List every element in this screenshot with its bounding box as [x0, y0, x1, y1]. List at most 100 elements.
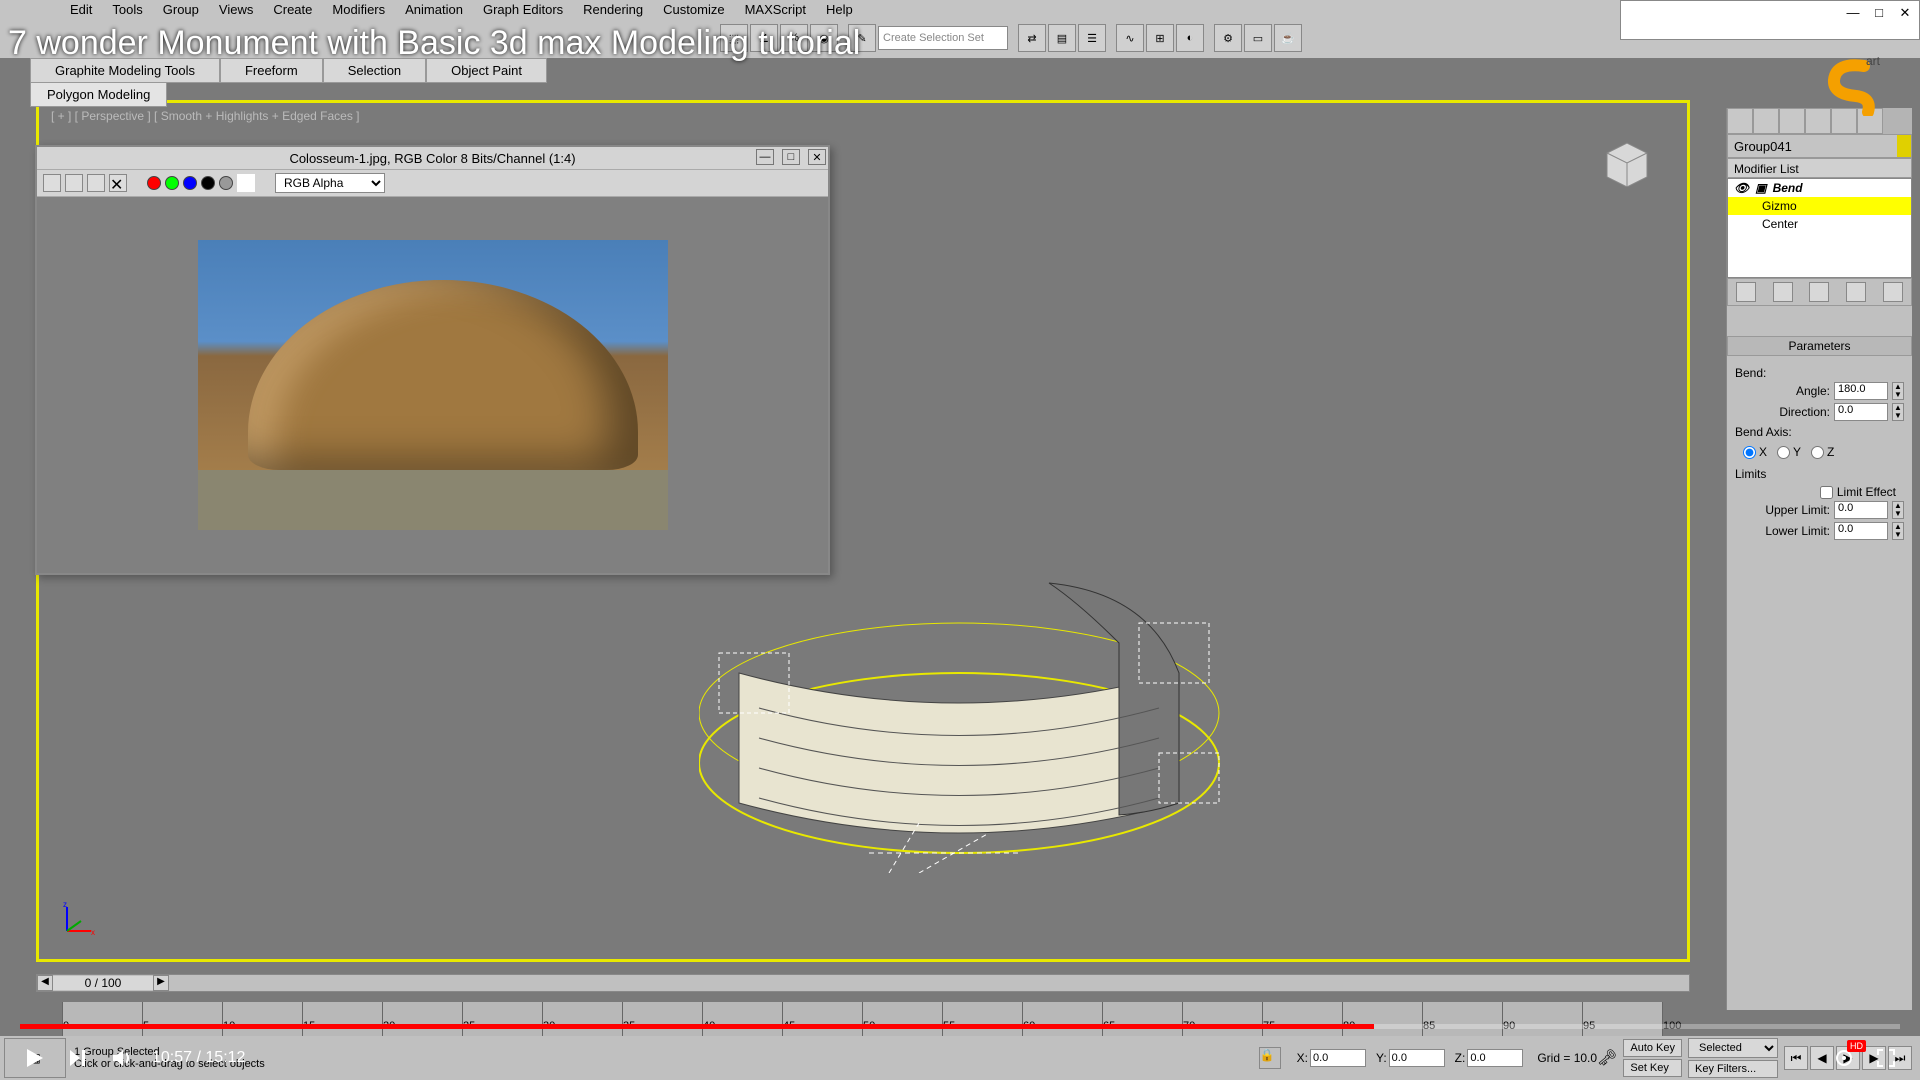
menu-maxscript[interactable]: MAXScript	[735, 0, 816, 18]
menu-animation[interactable]: Animation	[395, 0, 473, 18]
axis-y-radio[interactable]: Y	[1777, 445, 1801, 459]
upper-limit-input[interactable]: 0.0	[1834, 501, 1888, 519]
render-icon[interactable]: ☕	[1274, 24, 1302, 52]
render-frame-icon[interactable]: ▭	[1244, 24, 1272, 52]
object-name-field[interactable]: Group041	[1727, 134, 1912, 158]
material-editor-icon[interactable]: ◐	[1176, 24, 1204, 52]
parameters-body: Bend: Angle: 180.0 ▲▼ Direction: 0.0 ▲▼ …	[1727, 356, 1912, 549]
menu-modifiers[interactable]: Modifiers	[322, 0, 395, 18]
clear-bg-icon[interactable]	[237, 174, 255, 192]
channel-select[interactable]: RGB Alpha	[275, 173, 385, 193]
layers-icon[interactable]: ☰	[1078, 24, 1106, 52]
eye-icon[interactable]: 👁	[1734, 181, 1749, 195]
render-setup-icon[interactable]: ⚙	[1214, 24, 1242, 52]
angle-label: Angle:	[1796, 384, 1830, 398]
popup-minimize-icon[interactable]: —	[1843, 5, 1863, 23]
time-position[interactable]: 0 / 100	[53, 976, 153, 990]
minimize-icon[interactable]: —	[756, 149, 774, 165]
angle-input[interactable]: 180.0	[1834, 382, 1888, 400]
clone-icon[interactable]	[87, 174, 105, 192]
alpha-channel-icon[interactable]	[201, 176, 215, 190]
menu-edit[interactable]: Edit	[60, 0, 102, 18]
blank-popup-window[interactable]: — □ ✕	[1620, 0, 1920, 40]
menu-help[interactable]: Help	[816, 0, 863, 18]
menu-grapheditors[interactable]: Graph Editors	[473, 0, 573, 18]
create-tab-icon[interactable]	[1727, 108, 1753, 134]
time-next-icon[interactable]: ▶	[153, 975, 169, 991]
hierarchy-tab-icon[interactable]	[1779, 108, 1805, 134]
reference-image-window[interactable]: Colosseum-1.jpg, RGB Color 8 Bits/Channe…	[35, 145, 830, 575]
art-label: art	[1866, 54, 1880, 68]
align-icon[interactable]: ▤	[1048, 24, 1076, 52]
ref-toolbar: ✕ RGB Alpha	[37, 169, 828, 197]
upper-limit-spinner[interactable]: ▲▼	[1892, 501, 1904, 519]
modifier-bend[interactable]: 👁 ▣ Bend	[1728, 179, 1911, 197]
video-progress-bar[interactable]	[20, 1024, 1900, 1029]
direction-spinner[interactable]: ▲▼	[1892, 403, 1904, 421]
blue-channel-icon[interactable]	[183, 176, 197, 190]
time-prev-icon[interactable]: ◀	[37, 975, 53, 991]
axis-z-radio[interactable]: Z	[1811, 445, 1834, 459]
timeline-slider[interactable]: ◀ 0 / 100 ▶	[36, 974, 1690, 992]
menu-rendering[interactable]: Rendering	[573, 0, 653, 18]
menu-create[interactable]: Create	[263, 0, 322, 18]
copy-icon[interactable]	[65, 174, 83, 192]
colosseum-3d-model[interactable]	[659, 523, 1359, 963]
ribbon-sub-polygon[interactable]: Polygon Modeling	[30, 82, 167, 107]
configure-icon[interactable]	[1883, 282, 1903, 302]
svg-text:x: x	[91, 928, 95, 937]
video-volume-icon[interactable]	[108, 1044, 136, 1072]
ref-window-title: Colosseum-1.jpg, RGB Color 8 Bits/Channe…	[289, 151, 575, 166]
selection-set-dropdown[interactable]: Create Selection Set	[878, 26, 1008, 50]
hd-badge: HD	[1847, 1040, 1866, 1052]
expand-icon[interactable]: ▣	[1755, 181, 1766, 195]
video-time: 10:57 / 15:12	[152, 1049, 245, 1067]
menu-customize[interactable]: Customize	[653, 0, 734, 18]
video-play-icon[interactable]	[20, 1044, 48, 1072]
modifier-gizmo[interactable]: Gizmo	[1728, 197, 1911, 215]
lower-limit-label: Lower Limit:	[1765, 524, 1830, 538]
mono-channel-icon[interactable]	[219, 176, 233, 190]
bend-axis-label: Bend Axis:	[1735, 425, 1904, 439]
show-end-icon[interactable]	[1773, 282, 1793, 302]
direction-input[interactable]: 0.0	[1834, 403, 1888, 421]
upper-limit-label: Upper Limit:	[1765, 503, 1830, 517]
viewport-label[interactable]: [ + ] [ Perspective ] [ Smooth + Highlig…	[51, 109, 360, 123]
angle-spinner[interactable]: ▲▼	[1892, 382, 1904, 400]
modifier-list-dropdown[interactable]: Modifier List	[1727, 158, 1912, 178]
remove-mod-icon[interactable]	[1846, 282, 1866, 302]
mirror-icon[interactable]: ⇄	[1018, 24, 1046, 52]
unique-icon[interactable]	[1809, 282, 1829, 302]
menu-group[interactable]: Group	[153, 0, 209, 18]
maximize-icon[interactable]: □	[782, 149, 800, 165]
video-title: 7 wonder Monument with Basic 3d max Mode…	[8, 24, 860, 63]
modify-tab-icon[interactable]	[1753, 108, 1779, 134]
pin-stack-icon[interactable]	[1736, 282, 1756, 302]
lower-limit-input[interactable]: 0.0	[1834, 522, 1888, 540]
viewcube-icon[interactable]	[1597, 133, 1657, 187]
popup-maximize-icon[interactable]: □	[1869, 5, 1889, 23]
popup-close-icon[interactable]: ✕	[1895, 5, 1915, 23]
menu-views[interactable]: Views	[209, 0, 263, 18]
ref-window-titlebar[interactable]: Colosseum-1.jpg, RGB Color 8 Bits/Channe…	[37, 147, 828, 169]
limit-effect-checkbox[interactable]	[1820, 486, 1833, 499]
video-fullscreen-icon[interactable]	[1872, 1044, 1900, 1072]
save-icon[interactable]	[43, 174, 61, 192]
bend-group-label: Bend:	[1735, 366, 1904, 380]
video-next-icon[interactable]	[64, 1044, 92, 1072]
modifier-center[interactable]: Center	[1728, 215, 1911, 233]
parameters-header[interactable]: Parameters	[1727, 336, 1912, 356]
menu-tools[interactable]: Tools	[102, 0, 152, 18]
modifier-stack[interactable]: 👁 ▣ Bend Gizmo Center	[1727, 178, 1912, 278]
delete-icon[interactable]: ✕	[109, 174, 127, 192]
green-channel-icon[interactable]	[165, 176, 179, 190]
schematic-icon[interactable]: ⊞	[1146, 24, 1174, 52]
close-icon[interactable]: ✕	[808, 149, 826, 165]
axis-x-radio[interactable]: X	[1743, 445, 1767, 459]
red-channel-icon[interactable]	[147, 176, 161, 190]
stack-buttons	[1727, 278, 1912, 306]
curve-editor-icon[interactable]: ∿	[1116, 24, 1144, 52]
lower-limit-spinner[interactable]: ▲▼	[1892, 522, 1904, 540]
command-panel: Group041 Modifier List 👁 ▣ Bend Gizmo Ce…	[1726, 108, 1912, 1010]
video-settings-icon[interactable]: HD	[1830, 1044, 1858, 1072]
